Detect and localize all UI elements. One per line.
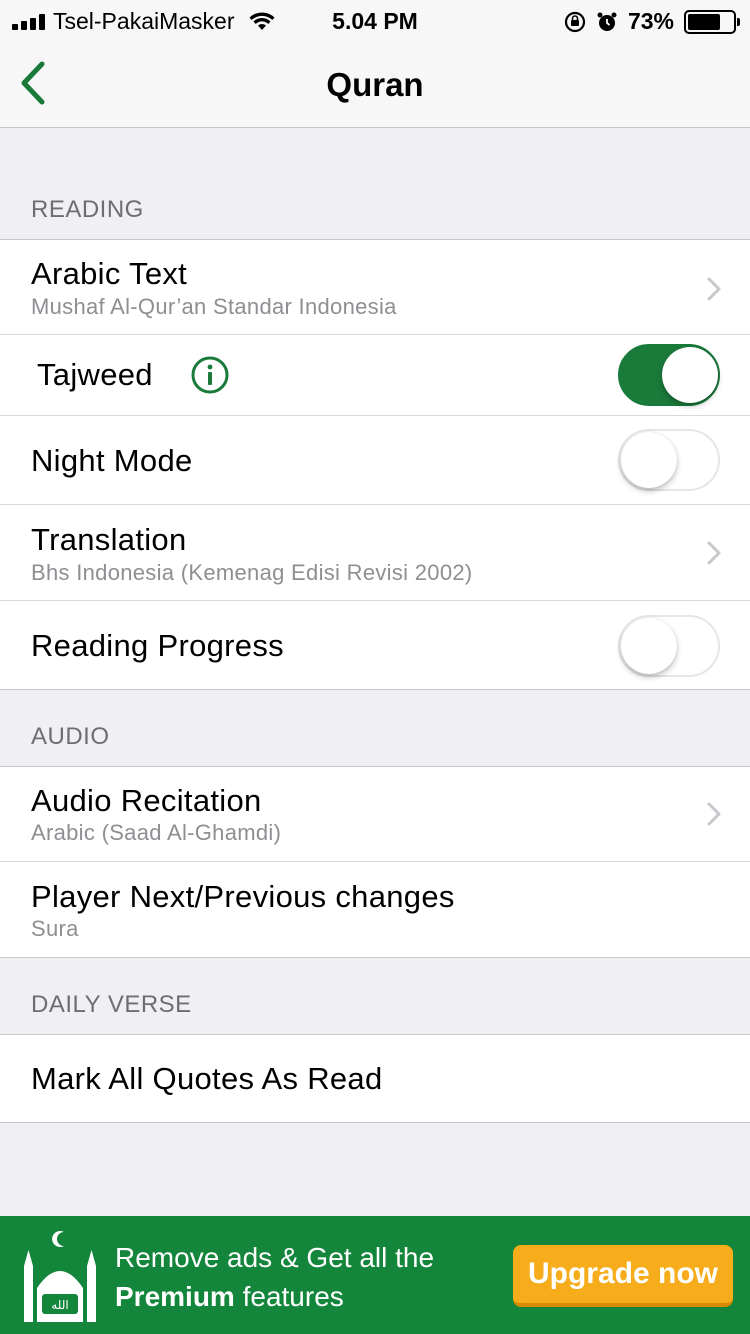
section-header-reading: READING: [31, 196, 144, 223]
reading-progress-title: Reading Progress: [31, 628, 284, 663]
toggle-knob: [621, 618, 677, 674]
reading-progress-row: Reading Progress: [0, 601, 750, 689]
arabic-text-title: Arabic Text: [31, 256, 188, 291]
chevron-right-icon: [707, 802, 721, 826]
battery-icon: [684, 9, 740, 34]
translation-title: Translation: [31, 522, 187, 557]
night-mode-title: Night Mode: [31, 443, 193, 478]
mosque-logo-icon: الله: [24, 1231, 96, 1322]
alarm-icon: [597, 12, 617, 31]
banner-line-2-rest: features: [234, 1281, 344, 1312]
premium-banner[interactable]: الله Remove ads & Get all the Premium fe…: [0, 1216, 750, 1334]
status-bar: Tsel-PakaiMasker 5.04 PM 73%: [0, 0, 750, 40]
reading-group: Arabic Text Mushaf Al-Qur’an Standar Ind…: [0, 239, 750, 690]
banner-premium-word: Premium: [115, 1281, 235, 1312]
chevron-right-icon: [707, 277, 721, 301]
night-mode-row: Night Mode: [0, 416, 750, 505]
toggle-knob: [621, 432, 677, 488]
battery-fill: [688, 13, 721, 30]
page-title: Quran: [326, 66, 424, 103]
upgrade-now-button[interactable]: Upgrade now: [513, 1245, 733, 1307]
orientation-lock-icon: [564, 11, 586, 32]
audio-recitation-row[interactable]: Audio Recitation Arabic (Saad Al-Ghamdi): [0, 767, 750, 862]
tajweed-title: Tajweed: [37, 357, 153, 392]
reading-progress-toggle[interactable]: [618, 615, 720, 677]
daily-verse-group: Mark All Quotes As Read: [0, 1034, 750, 1123]
toggle-knob: [662, 347, 718, 403]
chevron-right-icon: [707, 541, 721, 565]
audio-recitation-subtitle: Arabic (Saad Al-Ghamdi): [31, 820, 282, 845]
banner-line-1: Remove ads & Get all the: [115, 1242, 435, 1273]
translation-row[interactable]: Translation Bhs Indonesia (Kemenag Edisi…: [0, 505, 750, 601]
night-mode-toggle[interactable]: [618, 429, 720, 491]
status-right: 73%: [564, 8, 740, 35]
banner-text: Remove ads & Get all the Premium feature…: [115, 1238, 434, 1316]
battery-percent: 73%: [627, 8, 674, 34]
mark-all-quotes-row[interactable]: Mark All Quotes As Read: [0, 1035, 750, 1122]
banner-line-2: Premium features: [115, 1277, 434, 1316]
mark-all-quotes-title: Mark All Quotes As Read: [31, 1061, 383, 1096]
tajweed-row: Tajweed: [0, 335, 750, 416]
arabic-text-subtitle: Mushaf Al-Qur’an Standar Indonesia: [31, 294, 397, 319]
svg-text:الله: الله: [51, 1298, 68, 1312]
audio-recitation-title: Audio Recitation: [31, 783, 262, 818]
section-header-daily-verse: DAILY VERSE: [31, 991, 192, 1018]
arabic-text-row[interactable]: Arabic Text Mushaf Al-Qur’an Standar Ind…: [0, 240, 750, 335]
audio-group: Audio Recitation Arabic (Saad Al-Ghamdi)…: [0, 766, 750, 958]
navigation-bar: Quran: [0, 40, 750, 128]
player-changes-row[interactable]: Player Next/Previous changes Sura: [0, 862, 750, 957]
translation-subtitle: Bhs Indonesia (Kemenag Edisi Revisi 2002…: [31, 560, 473, 585]
info-icon[interactable]: [190, 355, 230, 395]
section-header-audio: AUDIO: [31, 723, 110, 750]
player-changes-title: Player Next/Previous changes: [31, 879, 455, 914]
player-changes-subtitle: Sura: [31, 916, 79, 941]
tajweed-toggle[interactable]: [618, 344, 720, 406]
